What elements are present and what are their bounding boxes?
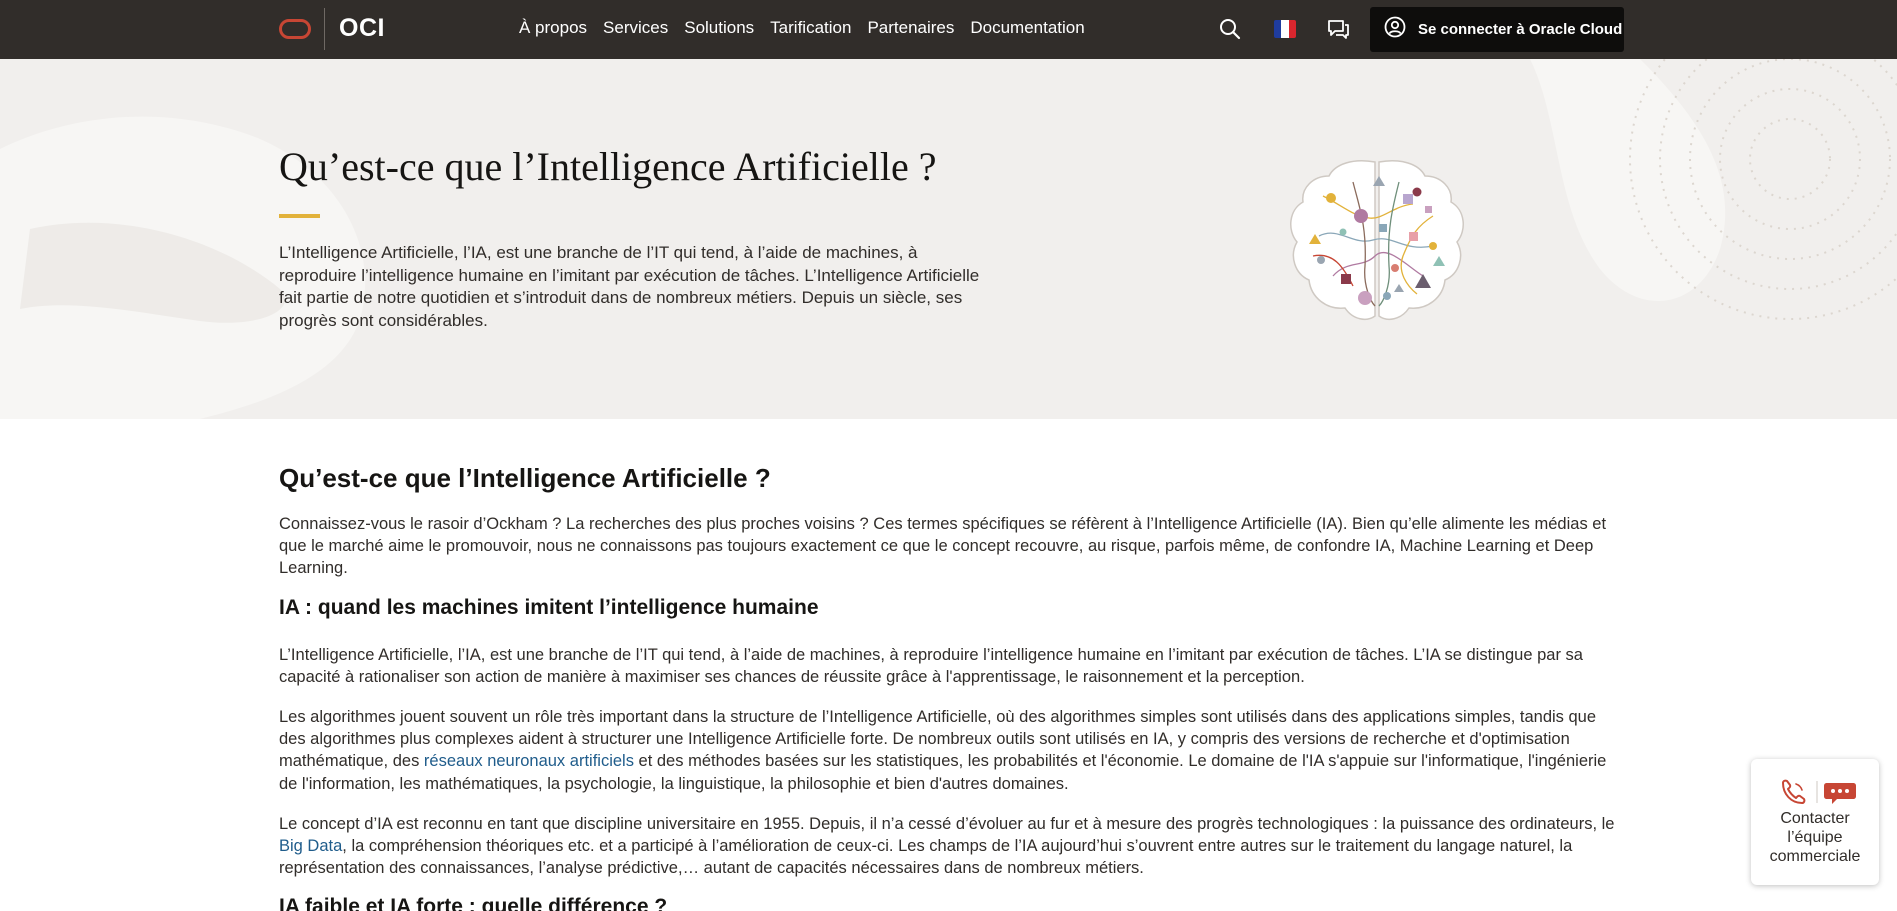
oracle-logo-icon[interactable] [279,19,311,39]
article-content: Qu’est-ce que l’Intelligence Artificiell… [279,463,1624,911]
paragraph-definition: L’Intelligence Artificielle, l’IA, est u… [279,645,1583,686]
subheading-weak-strong-ai: IA faible et IA forte : quelle différenc… [279,895,668,911]
ai-brain-illustration [1290,160,1464,321]
chat-icon[interactable] [1325,16,1351,42]
top-navigation-bar: OCI À propos Services Solutions Tarifica… [0,0,1897,59]
logo-divider [324,8,325,50]
section-heading: Qu’est-ce que l’Intelligence Artificiell… [279,463,771,493]
nav-item-partners[interactable]: Partenaires [867,18,954,38]
flag-france-icon[interactable] [1274,20,1296,38]
intro-paragraph: Connaissez-vous le rasoir d’Ockham ? La … [279,515,1607,578]
search-icon[interactable] [1217,16,1243,42]
paragraph-algorithms: Les algorithmes jouent souvent un rôle t… [279,708,1607,793]
contact-sales-widget[interactable]: Contacter l’équipe commerciale [1751,759,1879,885]
main-nav: À propos Services Solutions Tarification… [519,18,1085,38]
hero-title: Qu’est-ce que l’Intelligence Artificiell… [279,144,937,189]
nav-item-solutions[interactable]: Solutions [684,18,754,38]
hero-description: L’Intelligence Artificielle, l’IA, est u… [279,243,980,330]
nav-item-about[interactable]: À propos [519,18,587,38]
link-neural-networks[interactable]: réseaux neuronaux artificiels [424,752,634,770]
contact-sales-label: Contacter l’équipe commerciale [1769,810,1861,865]
brand-name[interactable]: OCI [339,14,385,43]
hero-background-pattern [0,59,1897,419]
sign-in-label: Se connecter à Oracle Cloud [1418,21,1623,38]
nav-item-documentation[interactable]: Documentation [970,18,1084,38]
subheading-imitation: IA : quand les machines imitent l’intell… [279,595,819,619]
chat-bubble-icon [1824,783,1856,804]
link-big-data[interactable]: Big Data [279,837,342,855]
title-accent-rule [279,214,320,218]
sign-in-button[interactable]: Se connecter à Oracle Cloud [1370,7,1624,52]
nav-item-pricing[interactable]: Tarification [770,18,851,38]
phone-icon [1782,779,1806,804]
user-icon [1384,16,1406,43]
nav-item-services[interactable]: Services [603,18,668,38]
hero-banner: Qu’est-ce que l’Intelligence Artificiell… [0,59,1897,419]
paragraph-history: Le concept d’IA est reconnu en tant que … [279,814,1615,878]
